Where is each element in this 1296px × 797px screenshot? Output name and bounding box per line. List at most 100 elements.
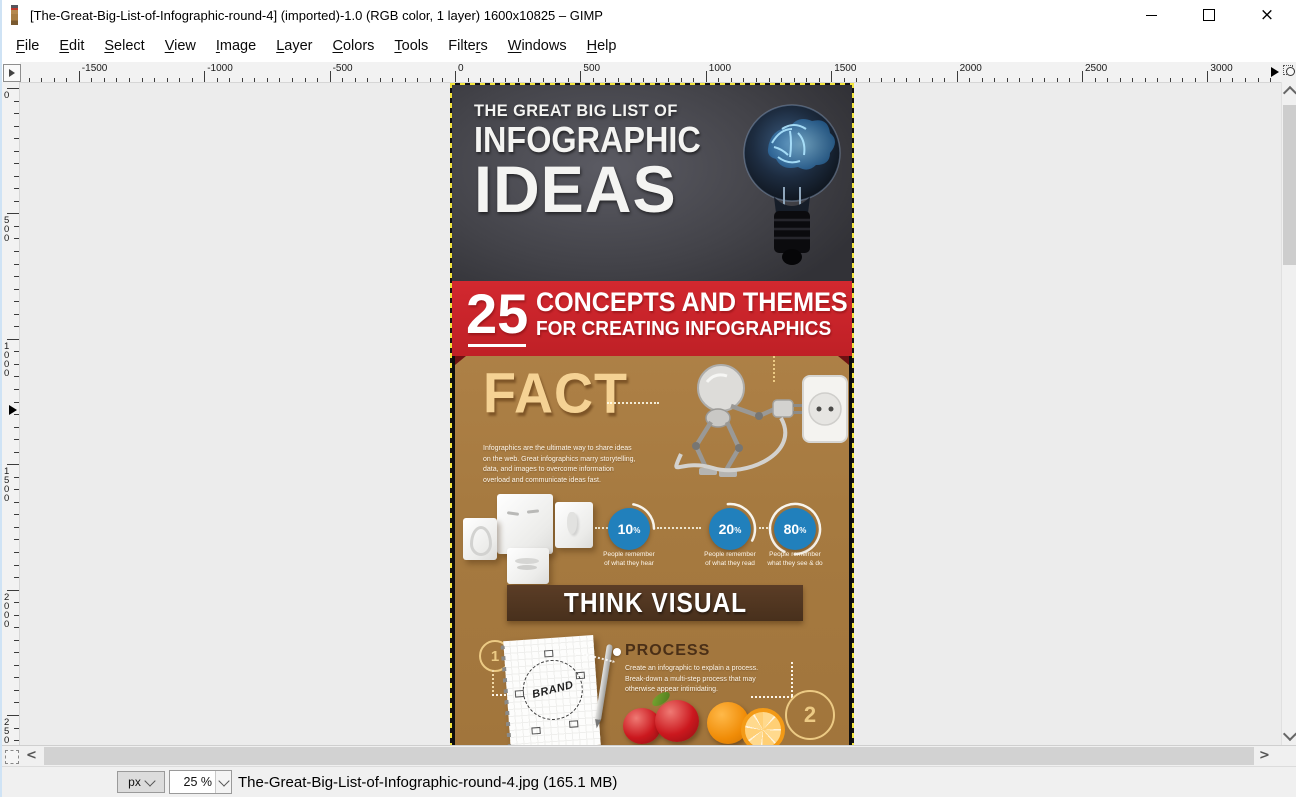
ruler-tick: [480, 78, 481, 82]
ruler-tick: [14, 477, 19, 478]
menu-filters[interactable]: Filters: [438, 33, 498, 59]
ruler-tick: [14, 113, 19, 114]
zoom-follow-window-button[interactable]: [1281, 62, 1296, 82]
ruler-tick: [668, 78, 669, 82]
ruler-tick: [279, 78, 280, 82]
ruler-tick: [631, 78, 632, 82]
scroll-left-arrow[interactable]: <: [26, 748, 37, 763]
process-title: PROCESS: [625, 642, 710, 660]
ruler-tick: [14, 188, 19, 189]
scroll-right-arrow[interactable]: >: [1259, 748, 1270, 763]
image-menu-button[interactable]: [3, 64, 21, 82]
infographic-title-block: THE GREAT BIG LIST OF INFOGRAPHIC IDEAS: [474, 101, 726, 219]
connector-dot: [613, 648, 621, 656]
scroll-up-arrow[interactable]: [1283, 86, 1296, 100]
ruler-tick: [367, 78, 368, 82]
ruler-tick: [14, 364, 19, 365]
ruler-tick: [643, 78, 644, 82]
ruler-tick: [14, 502, 19, 503]
ruler-tick: [154, 78, 155, 82]
ruler-tick: [894, 78, 895, 82]
ruler-tick: [1132, 78, 1133, 82]
banner-number: 25: [466, 283, 528, 345]
ruler-tick: [14, 314, 19, 315]
vertical-scrollbar[interactable]: [1281, 82, 1296, 745]
ruler-tick: [14, 552, 19, 553]
close-button[interactable]: ×: [1238, 0, 1296, 30]
ruler-tick: [1170, 78, 1171, 82]
window-edge: [0, 0, 2, 797]
maximize-icon: [1203, 9, 1215, 21]
ruler-tick: [568, 78, 569, 82]
menu-layer[interactable]: Layer: [266, 33, 322, 59]
ruler-tick: [1145, 78, 1146, 82]
stat-caption-line2: of what they hear: [574, 559, 684, 568]
ruler-tick: [14, 615, 19, 616]
infographic-title-line3: IDEAS: [474, 159, 721, 219]
quick-mask-toggle[interactable]: [5, 750, 19, 764]
ruler-tick: [392, 78, 393, 82]
ruler-tick: [1095, 78, 1096, 82]
vertical-scroll-thumb[interactable]: [1283, 105, 1296, 265]
ruler-tick: [693, 78, 694, 82]
ruler-tick: [342, 78, 343, 82]
lightbulb-brain-icon: [738, 91, 846, 277]
ruler-label: 1 5 0 0: [4, 467, 9, 503]
ruler-tick: [831, 71, 832, 82]
menu-select[interactable]: Select: [94, 33, 154, 59]
doodle-icon: [569, 720, 578, 728]
dashed-connector: [791, 662, 793, 696]
chevron-down-icon: [144, 775, 155, 786]
zoom-select[interactable]: 25 %: [169, 770, 232, 794]
ruler-label: 2 5 0 0: [4, 718, 9, 745]
menu-help[interactable]: Help: [577, 33, 627, 59]
zoom-dropdown-button[interactable]: [215, 771, 231, 793]
minimize-button[interactable]: [1122, 0, 1180, 30]
ruler-label: 3000: [1210, 63, 1232, 74]
menu-view[interactable]: View: [155, 33, 206, 59]
horizontal-ruler[interactable]: -1500-1000-500050010001500200025003000: [20, 62, 1281, 83]
stat-value: 80: [784, 521, 800, 537]
ruler-tick: [14, 427, 19, 428]
ruler-tick: [14, 389, 19, 390]
stat-value: 20: [719, 521, 735, 537]
vertical-ruler[interactable]: 05 0 01 0 0 01 5 0 02 0 0 02 5 0 0: [0, 82, 20, 745]
ruler-tick: [14, 602, 19, 603]
ruler-label: 2500: [1085, 63, 1107, 74]
ruler-tick: [468, 78, 469, 82]
ruler-label: -500: [333, 63, 353, 74]
menu-file[interactable]: File: [6, 33, 49, 59]
scroll-down-arrow[interactable]: [1283, 727, 1296, 741]
ruler-label: 2 0 0 0: [4, 593, 9, 629]
horizontal-scroll-thumb[interactable]: [44, 747, 1254, 765]
unit-select[interactable]: px: [117, 771, 165, 793]
ruler-label: 1000: [709, 63, 731, 74]
ruler-tick: [54, 78, 55, 82]
maximize-button[interactable]: [1180, 0, 1238, 30]
ruler-tick: [14, 238, 19, 239]
ruler-label: -1000: [207, 63, 233, 74]
brand-diagram-circle: BRAND: [521, 658, 585, 722]
menu-colors[interactable]: Colors: [322, 33, 384, 59]
dotted-connector: [657, 527, 701, 529]
ruler-tick: [204, 71, 205, 82]
ruler-label: -1500: [82, 63, 108, 74]
title-bar[interactable]: [The-Great-Big-List-of-Infographic-round…: [0, 0, 1296, 30]
stat-caption-line2: what they see & do: [740, 559, 850, 568]
menu-image[interactable]: Image: [206, 33, 266, 59]
menu-tools[interactable]: Tools: [384, 33, 438, 59]
horizontal-scrollbar[interactable]: [44, 747, 1254, 765]
menu-edit[interactable]: Edit: [49, 33, 94, 59]
ruler-tick: [794, 78, 795, 82]
image-canvas[interactable]: THE GREAT BIG LIST OF INFOGRAPHIC IDEAS: [452, 85, 852, 745]
ruler-tick: [267, 78, 268, 82]
ruler-tick: [7, 464, 19, 465]
ruler-tick: [14, 439, 19, 440]
canvas-viewport[interactable]: THE GREAT BIG LIST OF INFOGRAPHIC IDEAS: [20, 82, 1281, 745]
menu-windows[interactable]: Windows: [498, 33, 577, 59]
ruler-tick: [769, 78, 770, 82]
ruler-tick: [1207, 71, 1208, 82]
fact-body-text: Infographics are the ultimate way to sha…: [483, 444, 637, 486]
infographic-header: THE GREAT BIG LIST OF INFOGRAPHIC IDEAS: [452, 85, 852, 281]
ruler-position-arrow: [1271, 67, 1279, 77]
